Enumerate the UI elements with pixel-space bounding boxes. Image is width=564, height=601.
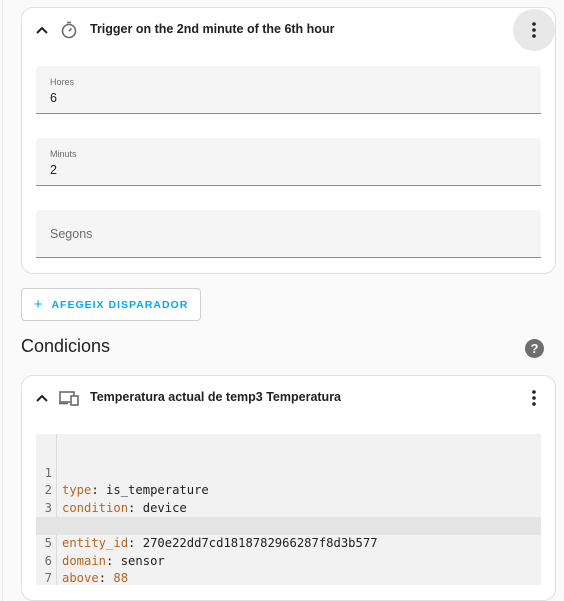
code-line: 4 entity_id: 270e22dd7cd1818782966287f8d… xyxy=(36,500,541,550)
trigger-title: Trigger on the 2nd minute of the 6th hou… xyxy=(90,22,335,36)
trigger-card-header[interactable]: Trigger on the 2nd minute of the 6th hou… xyxy=(22,8,555,52)
yaml-code-editor[interactable]: 1 type: is_temperature 2 condition: devi… xyxy=(36,434,541,585)
code-line-active: 5 domain: sensor xyxy=(36,517,541,568)
code-line: 2 condition: device xyxy=(36,465,541,515)
condition-overflow-menu-button[interactable] xyxy=(513,377,555,419)
page-border xyxy=(2,0,3,601)
line-number: 7 xyxy=(44,571,52,585)
seconds-field[interactable]: Segons xyxy=(36,210,541,258)
add-trigger-label: AFEGEIX DISPARADOR xyxy=(51,298,189,311)
seconds-label: Segons xyxy=(50,227,93,241)
condition-card: Temperatura actual de temp3 Temperatura … xyxy=(21,375,556,601)
hours-value: 6 xyxy=(50,91,57,105)
code-line: 7 xyxy=(36,553,541,585)
timer-icon xyxy=(58,19,80,41)
chevron-up-icon[interactable] xyxy=(32,20,52,40)
devices-icon xyxy=(58,387,80,409)
hours-label: Hores xyxy=(50,77,75,87)
trigger-overflow-menu-button[interactable] xyxy=(513,9,555,51)
add-trigger-button[interactable]: + AFEGEIX DISPARADOR xyxy=(21,288,201,321)
more-vertical-icon xyxy=(532,390,536,406)
plus-icon: + xyxy=(33,296,44,313)
trigger-card: Trigger on the 2nd minute of the 6th hou… xyxy=(21,7,556,274)
condition-title: Temperatura actual de temp3 Temperatura xyxy=(90,390,342,404)
minutes-label: Minuts xyxy=(50,149,77,159)
code-line: 6 above: 88 xyxy=(36,535,541,585)
minutes-field[interactable]: Minuts 2 xyxy=(36,138,541,186)
code-line: 1 type: is_temperature xyxy=(36,447,541,498)
conditions-heading: Condicions xyxy=(21,336,111,356)
more-vertical-icon xyxy=(532,22,536,38)
condition-card-header[interactable]: Temperatura actual de temp3 Temperatura xyxy=(22,376,555,420)
minutes-value: 2 xyxy=(50,163,57,177)
hours-field[interactable]: Hores 6 xyxy=(36,66,541,114)
yaml-value: 88 xyxy=(113,571,129,585)
chevron-up-icon[interactable] xyxy=(32,388,52,408)
code-line: 3 device_id: 6616d62e2fe7d5ae444f92ecdbf… xyxy=(36,482,541,533)
help-icon[interactable]: ? xyxy=(525,339,544,358)
